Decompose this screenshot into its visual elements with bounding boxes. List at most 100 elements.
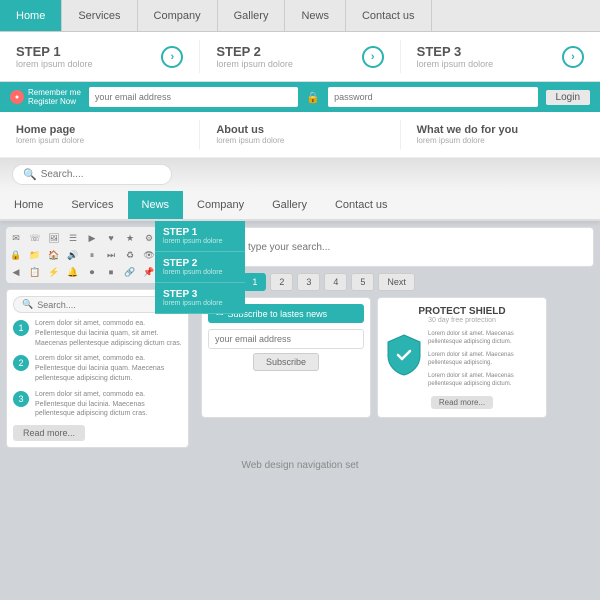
icon-cell: 🔔 xyxy=(65,265,81,279)
icon-cell: 🔊 xyxy=(65,248,81,262)
shield-read-more-button[interactable]: Read more... xyxy=(431,396,493,409)
snav-company[interactable]: Company xyxy=(183,191,258,219)
shield-widget: PROTECT SHIELD 30 day free protection Lo… xyxy=(377,297,547,418)
top-navigation: Home Services Company Gallery News Conta… xyxy=(0,0,600,32)
snav-news[interactable]: News xyxy=(128,191,184,219)
next-button[interactable]: Next xyxy=(378,273,415,291)
list-item-3: 3 Lorem dolor sit amet, commodo ea. Pell… xyxy=(13,390,182,419)
icon-cell: 📁 xyxy=(27,248,43,262)
login-bar: ● Remember me Register Now 🔒 Login xyxy=(0,82,600,112)
shield-text-1: Lorem dolor sit amet. Maecenas pellentes… xyxy=(428,330,538,347)
icon-cell: ♥ xyxy=(103,231,119,245)
second-navigation: Home Services News Company Gallery Conta… xyxy=(0,191,600,221)
shield-content: Lorem dolor sit amet. Maecenas pellentes… xyxy=(386,330,538,392)
nav-services[interactable]: Services xyxy=(62,0,137,31)
icon-cell: ▶ xyxy=(84,231,100,245)
step-2-arrow: › xyxy=(362,46,384,68)
password-input[interactable] xyxy=(328,87,537,107)
icon-cell: ⏺ xyxy=(84,265,100,279)
nav-home[interactable]: Home xyxy=(0,0,62,31)
nav-gallery[interactable]: Gallery xyxy=(218,0,286,31)
number-badge-1: 1 xyxy=(13,320,29,336)
page-3-button[interactable]: 3 xyxy=(297,273,320,291)
shield-title: PROTECT SHIELD xyxy=(386,306,538,317)
main-content: ✉☏🖼☰▶♥★⚙◆◉🔒📁🏠🔊⏸⏭♻👁✓✗◀📋⚡🔔⏺⏹🔗📌✏🔍 🔍 1 Lorem… xyxy=(0,221,600,454)
search-type-input[interactable] xyxy=(248,242,585,253)
nav-news[interactable]: News xyxy=(285,0,346,31)
icon-cell: ⏸ xyxy=(84,248,100,262)
step-2[interactable]: STEP 2 lorem ipsum dolore › xyxy=(200,40,400,73)
nav-company[interactable]: Company xyxy=(138,0,218,31)
shield-text-3: Lorem dolor sit amet. Maecenas pellentes… xyxy=(428,372,538,389)
shield-icon xyxy=(386,334,422,376)
icon-cell: 🖼 xyxy=(46,231,62,245)
news-dd-item-1[interactable]: STEP 1 lorem ipsum dolore xyxy=(155,221,245,252)
list-search-icon: 🔍 xyxy=(22,299,33,310)
search-bar: 🔍 xyxy=(0,158,600,191)
list-search-input[interactable] xyxy=(37,300,154,310)
step-1-arrow: › xyxy=(161,46,183,68)
home-link-about[interactable]: About us lorem ipsum dolore xyxy=(200,120,400,149)
icon-cell: 🏠 xyxy=(46,248,62,262)
pagination: Prev. 1 2 3 4 5 Next xyxy=(201,273,594,291)
nav-contact[interactable]: Contact us xyxy=(346,0,432,31)
shield-text-list: Lorem dolor sit amet. Maecenas pellentes… xyxy=(428,330,538,392)
list-item-2: 2 Lorem dolor sit amet, commodo ea. Pell… xyxy=(13,354,182,383)
shield-icon-wrap xyxy=(386,330,422,392)
icon-cell: ☰ xyxy=(65,231,81,245)
icon-cell: ⚡ xyxy=(46,265,62,279)
icon-cell: ★ xyxy=(122,231,138,245)
home-link-whatwedo[interactable]: What we do for you lorem ipsum dolore xyxy=(401,120,600,149)
list-item-1: 1 Lorem dolor sit amet, commodo ea. Pell… xyxy=(13,319,182,348)
news-dd-item-3[interactable]: STEP 3 lorem ipsum dolore xyxy=(155,283,245,314)
subscribe-button[interactable]: Subscribe xyxy=(253,353,319,371)
snav-gallery[interactable]: Gallery xyxy=(258,191,321,219)
subscribe-email-input[interactable] xyxy=(208,329,364,349)
snav-services[interactable]: Services xyxy=(57,191,127,219)
list-item-text-3: Lorem dolor sit amet, commodo ea. Pellen… xyxy=(35,390,182,419)
icon-cell: ☏ xyxy=(27,231,43,245)
widgets-row: ✉ Subscribe to lastes news Subscribe PRO… xyxy=(201,297,594,418)
home-link-homepage[interactable]: Home page lorem ipsum dolore xyxy=(0,120,200,149)
icon-cell: ⏭ xyxy=(103,248,119,262)
page-5-button[interactable]: 5 xyxy=(351,273,374,291)
page-1-button[interactable]: 1 xyxy=(243,273,266,291)
login-button[interactable]: Login xyxy=(546,90,590,105)
email-input[interactable] xyxy=(89,87,298,107)
footer-text: Web design navigation set xyxy=(0,454,600,477)
icon-cell: ◀ xyxy=(8,265,24,279)
page-2-button[interactable]: 2 xyxy=(270,273,293,291)
news-dd-item-2[interactable]: STEP 2 lorem ipsum dolore xyxy=(155,252,245,283)
news-dropdown: STEP 1 lorem ipsum dolore STEP 2 lorem i… xyxy=(155,221,245,314)
search-input[interactable] xyxy=(41,169,161,180)
icon-cell: 🔒 xyxy=(8,248,24,262)
search-input-wrap[interactable]: 🔍 xyxy=(12,164,172,185)
user-icon: ● xyxy=(10,90,24,104)
remember-me-section: ● Remember me Register Now xyxy=(10,88,81,106)
shield-text-2: Lorem dolor sit amet. Maecenas pellentes… xyxy=(428,351,538,368)
step-3-arrow: › xyxy=(562,46,584,68)
step-3[interactable]: STEP 3 lorem ipsum dolore › xyxy=(401,40,600,73)
number-badge-2: 2 xyxy=(13,355,29,371)
page-4-button[interactable]: 4 xyxy=(324,273,347,291)
search-icon: 🔍 xyxy=(23,168,37,181)
lock-icon: 🔒 xyxy=(306,91,320,104)
icon-cell: 🔗 xyxy=(122,265,138,279)
list-item-text-1: Lorem dolor sit amet, commodo ea. Pellen… xyxy=(35,319,182,348)
search-widget[interactable]: 🔍 xyxy=(201,227,594,267)
step-1[interactable]: STEP 1 lorem ipsum dolore › xyxy=(0,40,200,73)
icon-cell: ✉ xyxy=(8,231,24,245)
number-badge-3: 3 xyxy=(13,391,29,407)
icon-cell: ⏹ xyxy=(103,265,119,279)
read-more-button[interactable]: Read more... xyxy=(13,425,85,441)
home-links-bar: Home page lorem ipsum dolore About us lo… xyxy=(0,112,600,158)
icon-cell: ♻ xyxy=(122,248,138,262)
snav-contact[interactable]: Contact us xyxy=(321,191,402,219)
icon-cell: 📋 xyxy=(27,265,43,279)
right-area: 🔍 Prev. 1 2 3 4 5 Next ✉ Subscribe to la… xyxy=(195,221,600,454)
list-item-text-2: Lorem dolor sit amet, commodo ea. Pellen… xyxy=(35,354,182,383)
snav-home[interactable]: Home xyxy=(0,191,57,219)
subscribe-widget: ✉ Subscribe to lastes news Subscribe xyxy=(201,297,371,418)
shield-subtitle: 30 day free protection xyxy=(386,317,538,324)
steps-bar: STEP 1 lorem ipsum dolore › STEP 2 lorem… xyxy=(0,32,600,82)
